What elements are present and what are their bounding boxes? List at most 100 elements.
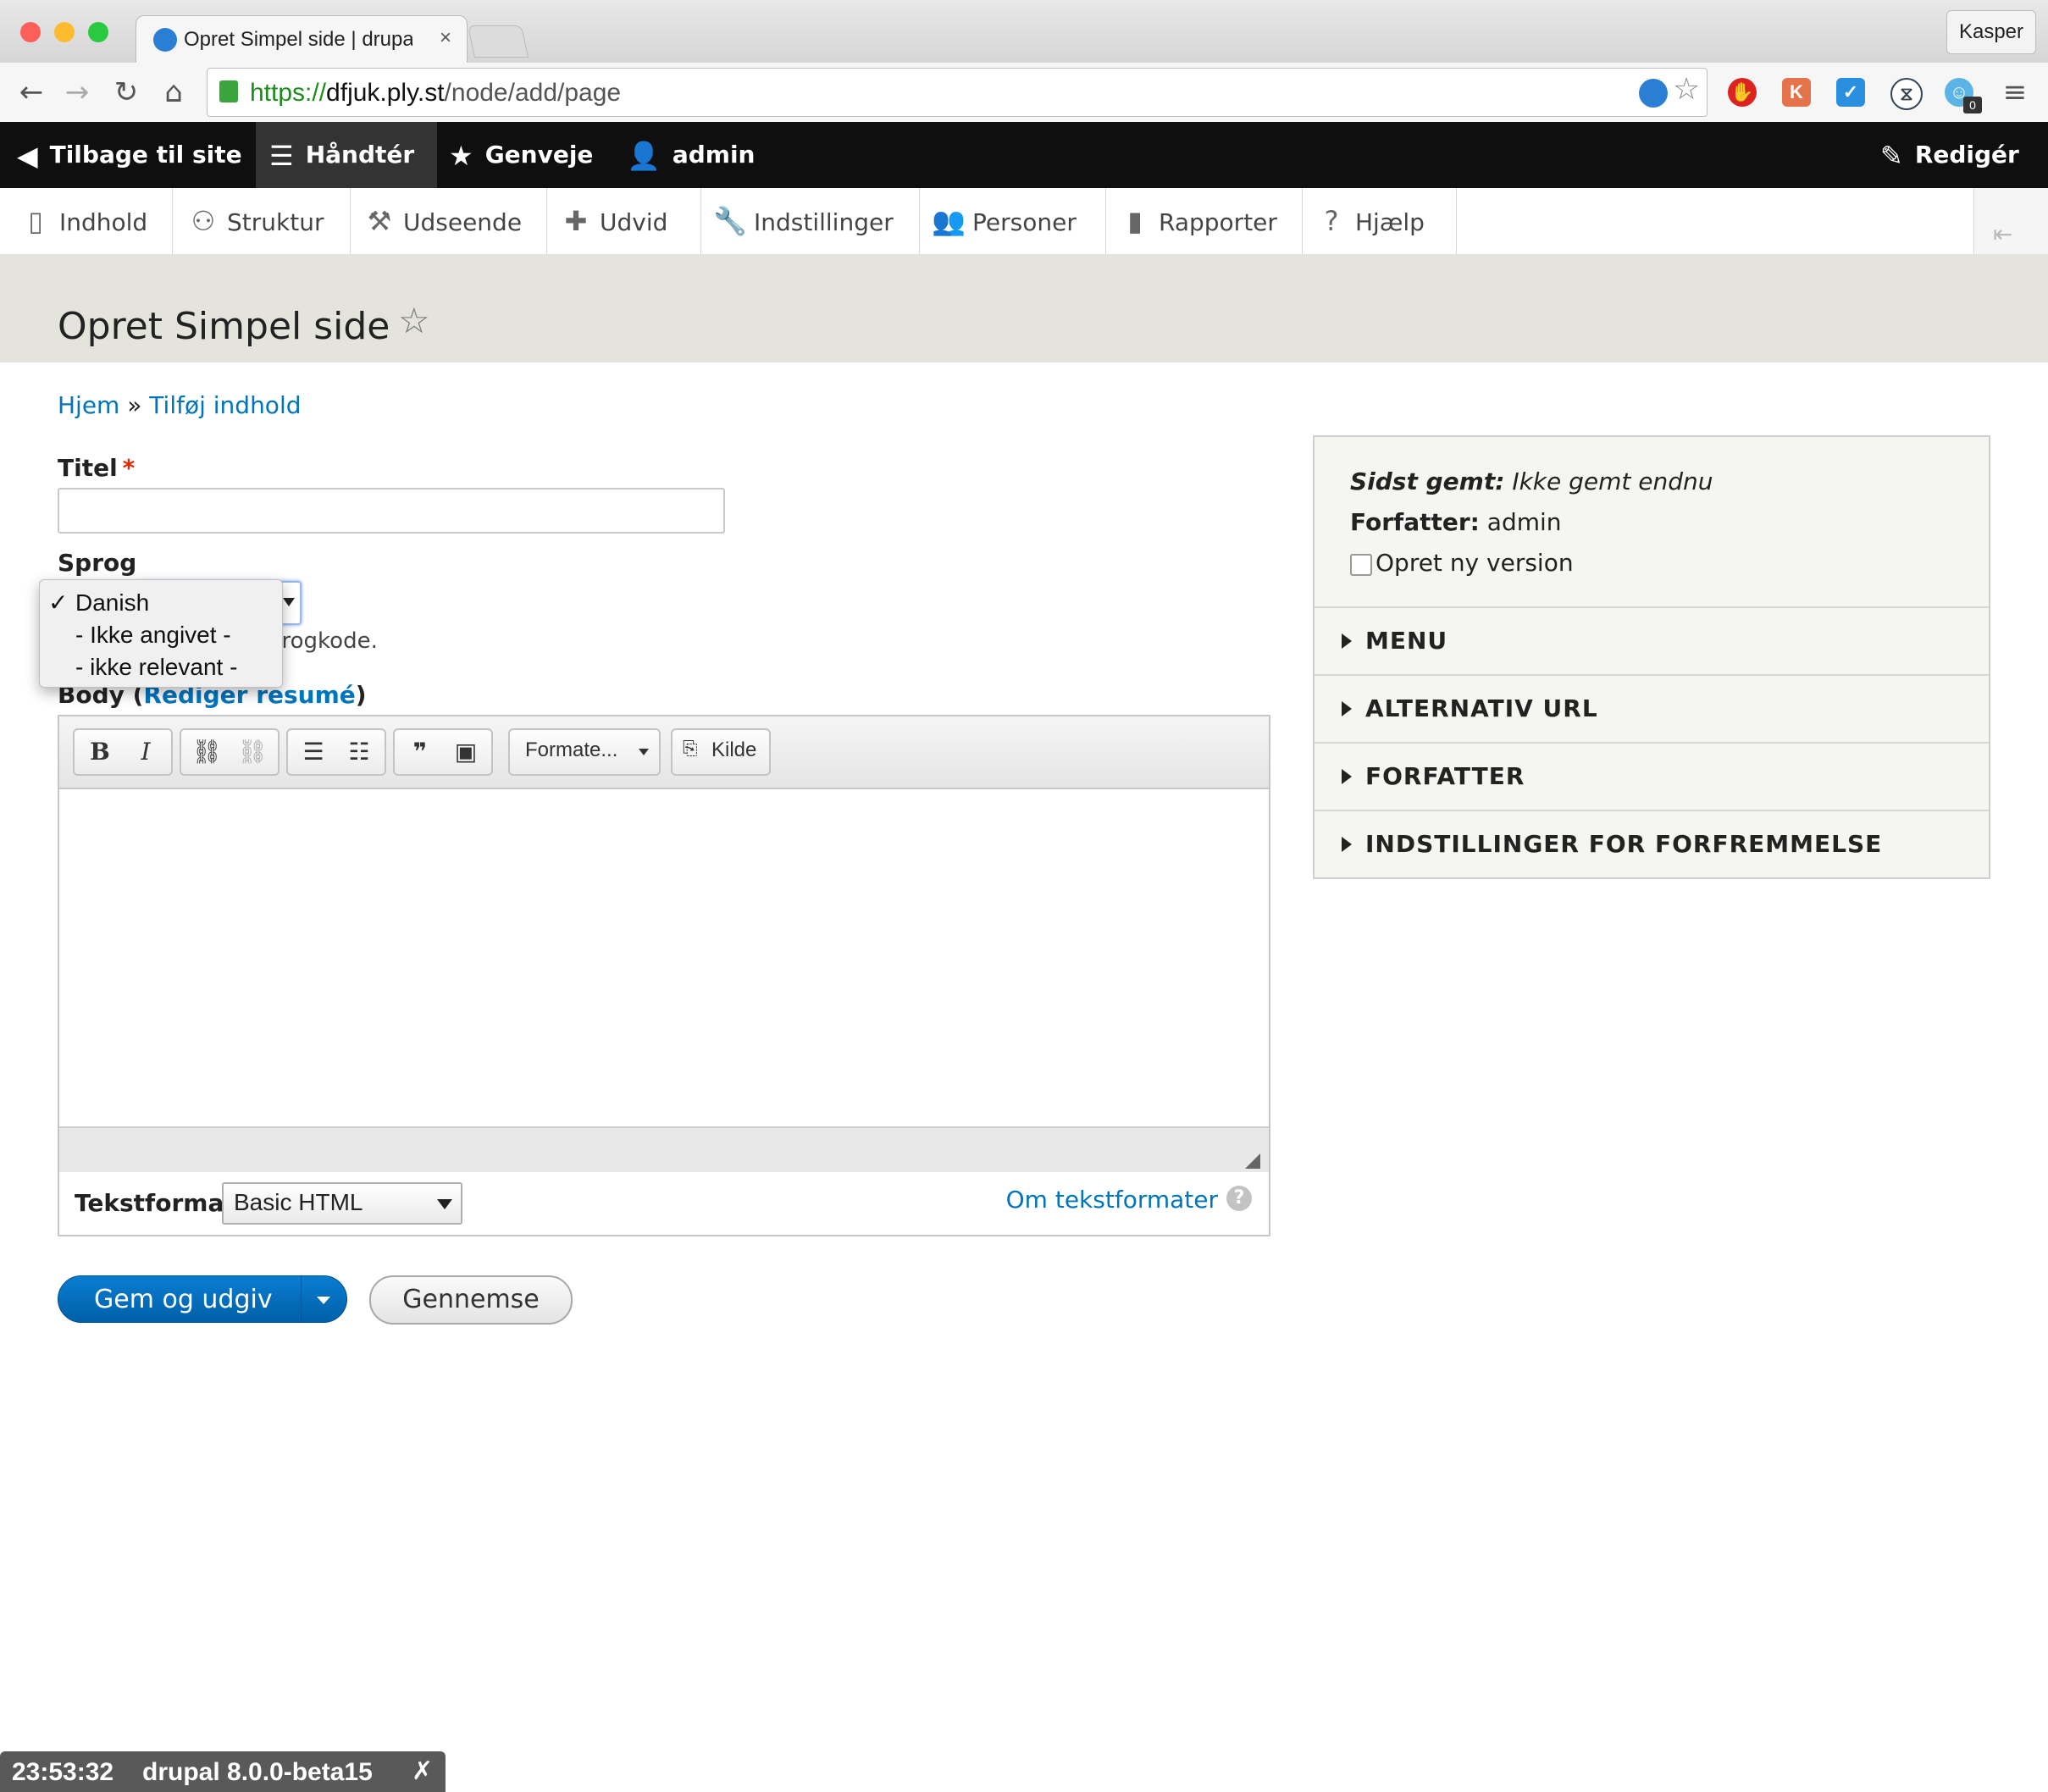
help-icon[interactable]: ? [1226, 1186, 1252, 1211]
manage-tab[interactable]: ☰ Håndtér [256, 122, 437, 188]
address-bar[interactable]: https://dfjuk.ply.st/node/add/page ☆ [207, 68, 1708, 117]
adblock-icon[interactable]: ✋ [1728, 78, 1757, 107]
user-tab[interactable]: 👤 admin [627, 122, 756, 188]
question-circle-icon: ? [1324, 205, 1339, 237]
bookmark-star-icon[interactable]: ☆ [1673, 72, 1700, 107]
format-dropdown[interactable]: Formate... [508, 728, 661, 776]
select-arrow-icon [437, 1199, 452, 1209]
preview-button[interactable]: Gennemse [369, 1275, 573, 1325]
user-icon: 👤 [627, 140, 661, 172]
body-editor: B I ⛓ ⛓ ☰ ☷ ❞ ▣ Formate... ⎘ Kilde [58, 715, 1270, 1175]
promotion-settings-toggle[interactable]: INDSTILLINGER FOR FORFREMMELSE [1315, 811, 1989, 877]
forward-arrow-icon[interactable]: → [59, 75, 95, 110]
text-format-help-link[interactable]: Om tekstformater [1006, 1186, 1218, 1214]
tray-item-extend[interactable]: ✚ Udvid [547, 188, 701, 254]
page-header: Opret Simpel side ☆ [0, 254, 2048, 362]
browser-tab-strip: Opret Simpel side | drupal × Kasper [0, 0, 2048, 64]
resize-grip-icon[interactable] [1245, 1153, 1260, 1169]
tray-item-appearance[interactable]: ⚒ Udseende [351, 188, 547, 254]
todo-check-icon[interactable]: ✓ [1836, 78, 1865, 107]
profile-button[interactable]: Kasper [1946, 10, 2036, 54]
new-revision-checkbox[interactable] [1350, 554, 1372, 576]
version-overlay: 23:53:32 drupal 8.0.0-beta15 ✗ [0, 1751, 446, 1792]
tray-item-help[interactable]: ? Hjælp [1303, 188, 1457, 254]
url-alias-toggle[interactable]: ALTERNATIV URL [1315, 676, 1989, 744]
star-icon: ★ [449, 140, 473, 172]
tray-item-structure[interactable]: ⚇ Struktur [173, 188, 351, 254]
hourglass-icon[interactable]: ⧖ [1890, 78, 1923, 110]
author-settings-toggle[interactable]: FORFATTER [1315, 744, 1989, 811]
menu-settings-toggle[interactable]: MENU [1315, 608, 1989, 676]
extension-k-icon[interactable]: K [1782, 78, 1811, 107]
sitemap-icon: ⚇ [191, 205, 216, 237]
text-format-label: Tekstformat [75, 1189, 235, 1217]
toolbar-group-basic: B I [73, 728, 173, 776]
reload-icon[interactable]: ↻ [108, 75, 144, 110]
checkmark-icon: ✓ [48, 589, 69, 616]
editor-toolbar: B I ⛓ ⛓ ☰ ☷ ❞ ▣ Formate... ⎘ Kilde [59, 716, 1269, 789]
back-to-site-link[interactable]: ◀ Tilbage til site [17, 122, 242, 188]
editor-content-area[interactable] [59, 789, 1269, 1125]
triangle-right-icon [1342, 701, 1352, 716]
tray-item-content[interactable]: ▯ Indhold [0, 188, 173, 254]
close-window-button[interactable] [20, 22, 41, 42]
chevron-down-icon [317, 1297, 330, 1304]
breadcrumb-add-content-link[interactable]: Tilføj indhold [149, 391, 301, 419]
new-tab-button[interactable] [467, 25, 529, 58]
url-text[interactable]: https://dfjuk.ply.st/node/add/page [250, 79, 621, 108]
puzzle-icon: ✚ [564, 205, 588, 237]
tray-item-people[interactable]: 👥 Personer [920, 188, 1106, 254]
language-dropdown-menu: ✓ Danish - Ikke angivet - - ikke relevant… [39, 579, 283, 688]
source-button[interactable]: ⎘ Kilde [671, 728, 771, 776]
collapse-arrow-icon: ⇤ [1993, 220, 2013, 248]
people-icon: 👥 [932, 205, 966, 237]
drupal-extension-icon[interactable] [1639, 79, 1668, 108]
tray-item-configuration[interactable]: 🔧 Indstillinger [701, 188, 920, 254]
close-icon[interactable]: ✗ [412, 1756, 433, 1786]
tray-item-reports[interactable]: ▮ Rapporter [1106, 188, 1303, 254]
title-input[interactable] [58, 488, 725, 534]
tray-orientation-toggle[interactable]: ⇤ [1973, 188, 2048, 254]
link-icon[interactable]: ⛓ [185, 730, 229, 774]
title-label: Titel * [58, 454, 136, 482]
tab-close-icon[interactable]: × [440, 26, 451, 50]
image-icon[interactable]: ▣ [444, 730, 488, 774]
new-revision-label: Opret ny version [1375, 549, 1574, 577]
browser-toolbar: ← → ↻ ⌂ https://dfjuk.ply.st/node/add/pa… [0, 63, 2048, 123]
paintbrush-icon: ⚒ [367, 205, 392, 237]
save-options-toggle[interactable] [301, 1276, 347, 1322]
editor-status-bar [59, 1126, 1269, 1175]
menu-hamburger-icon[interactable]: ≡ [1997, 75, 2033, 110]
browser-tab[interactable]: Opret Simpel side | drupal × [136, 15, 468, 64]
blockquote-icon[interactable]: ❞ [398, 730, 442, 774]
italic-button[interactable]: I [124, 730, 168, 774]
text-format-select[interactable]: Basic HTML [222, 1182, 462, 1225]
language-option-danish[interactable]: ✓ Danish [40, 587, 282, 619]
breadcrumb-home-link[interactable]: Hjem [58, 391, 119, 419]
admin-tray: ▯ Indhold ⚇ Struktur ⚒ Udseende ✚ Udvid 🔧 Ind… [0, 188, 2048, 255]
select-arrow-icon [283, 598, 295, 606]
toolbar-group-media: ❞ ▣ [393, 728, 493, 776]
breadcrumb-separator: » [127, 391, 142, 419]
back-arrow-icon[interactable]: ← [14, 75, 49, 110]
meta-summary: Sidst gemt: Ikke gemt endnu Forfatter: a… [1315, 437, 1989, 608]
language-description: progkode. [268, 628, 378, 654]
minimize-window-button[interactable] [54, 22, 75, 42]
source-code-icon: ⎘ [683, 738, 698, 760]
numbered-list-icon[interactable]: ☷ [337, 730, 381, 774]
save-and-publish-button[interactable]: Gem og udgiv [58, 1275, 347, 1323]
shortcuts-tab[interactable]: ★ Genveje [449, 122, 593, 188]
triangle-right-icon [1342, 633, 1352, 649]
home-icon[interactable]: ⌂ [156, 75, 191, 110]
language-option-not-specified[interactable]: - Ikke angivet - [40, 619, 282, 651]
language-option-not-applicable[interactable]: - ikke relevant - [40, 651, 282, 683]
zoom-window-button[interactable] [88, 22, 108, 42]
bulleted-list-icon[interactable]: ☰ [291, 730, 335, 774]
edit-tab[interactable]: ✎ Redigér [1880, 122, 2019, 188]
shortcut-star-icon[interactable]: ☆ [398, 300, 430, 341]
tab-title: Opret Simpel side | drupal [184, 28, 412, 51]
unlink-icon[interactable]: ⛓ [230, 730, 274, 774]
lock-icon [219, 80, 238, 102]
toolbar-group-links: ⛓ ⛓ [180, 728, 280, 776]
bold-button[interactable]: B [78, 730, 122, 774]
